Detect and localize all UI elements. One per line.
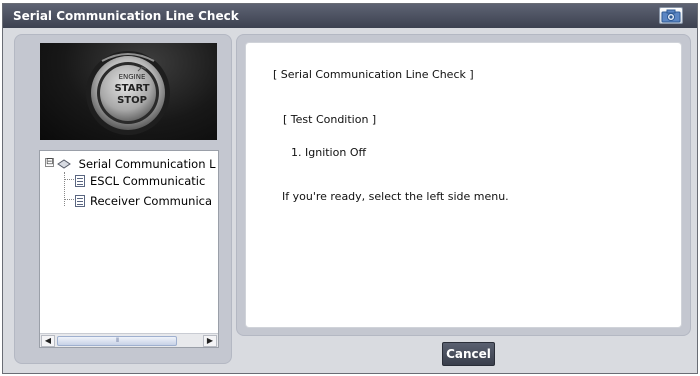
- tree-item-escl[interactable]: ESCL Communicatic: [75, 172, 205, 188]
- tree-item-receiver-label: Receiver Communica: [90, 193, 213, 208]
- tree-collapse-icon[interactable]: ⊟: [45, 158, 54, 167]
- tree-item-root[interactable]: Serial Communication L: [57, 155, 216, 171]
- window-title: Serial Communication Line Check: [13, 9, 239, 23]
- step-1-text: 1. Ignition Off: [291, 146, 367, 159]
- test-condition-label: [ Test Condition ]: [283, 113, 377, 126]
- camera-icon[interactable]: [659, 7, 683, 24]
- tree-item-root-label: Serial Communication L: [78, 156, 216, 171]
- title-bar: Serial Communication Line Check: [3, 4, 697, 28]
- menu-tree: ⊟ Serial Communication L ESCL Communicat…: [39, 150, 219, 348]
- dialog-window: Serial Communication Line Check ENGINE S…: [2, 3, 698, 374]
- tree-item-receiver[interactable]: Receiver Communica: [75, 192, 212, 208]
- start-stop-button-photo: ENGINE START STOP: [40, 43, 217, 140]
- left-panel: ENGINE START STOP ⊟ Serial Communication…: [14, 34, 232, 364]
- photo-text-engine: ENGINE: [119, 73, 146, 81]
- document-icon: [75, 174, 85, 187]
- content-heading: [ Serial Communication Line Check ]: [273, 68, 474, 81]
- right-panel: [ Serial Communication Line Check ] [ Te…: [236, 34, 691, 336]
- photo-text-start: START: [114, 83, 149, 94]
- layers-icon: [57, 158, 71, 169]
- tree-item-escl-label: ESCL Communicatic: [90, 173, 206, 188]
- document-icon: [75, 194, 85, 207]
- instruction-text: If you're ready, select the left side me…: [282, 190, 509, 203]
- scroll-thumb[interactable]: III: [57, 336, 177, 346]
- instruction-content: [ Serial Communication Line Check ] [ Te…: [245, 42, 682, 328]
- horizontal-scrollbar[interactable]: ◀ III ▶: [40, 333, 218, 347]
- photo-text-stop: STOP: [117, 95, 147, 106]
- scroll-left-icon[interactable]: ◀: [41, 335, 55, 347]
- cancel-button[interactable]: Cancel: [442, 342, 495, 366]
- scroll-right-icon[interactable]: ▶: [203, 335, 217, 347]
